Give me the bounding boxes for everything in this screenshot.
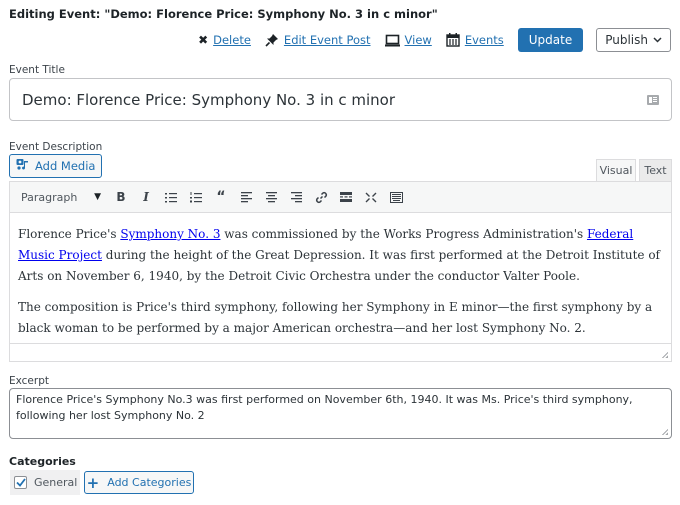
category-general[interactable]: General	[10, 470, 80, 495]
resize-handle-icon[interactable]	[661, 428, 668, 435]
format-select-value: Paragraph	[21, 190, 78, 204]
read-more-icon	[340, 192, 352, 202]
close-icon: ✖	[198, 33, 209, 47]
delete-link[interactable]: ✖ Delete	[198, 33, 251, 47]
description-paragraph-2: The composition is Price's third symphon…	[18, 300, 653, 335]
description-paragraph-1: Florence Price's Symphony No. 3 was comm…	[18, 224, 662, 287]
bullet-list-icon	[165, 192, 177, 202]
excerpt-value[interactable]: Florence Price's Symphony No.3 was first…	[16, 393, 633, 422]
update-button[interactable]: Update	[517, 28, 584, 52]
keyboard-icon	[389, 191, 403, 203]
event-description-label: Event Description	[9, 141, 103, 153]
bullet-list-button[interactable]	[160, 186, 182, 208]
checkmark-icon	[15, 478, 26, 487]
read-more-button[interactable]	[335, 186, 357, 208]
category-label: General	[34, 476, 78, 489]
align-right-button[interactable]	[285, 186, 307, 208]
format-select[interactable]: Paragraph ▼	[16, 186, 106, 208]
fullscreen-icon	[365, 192, 377, 202]
italic-button[interactable]: I	[135, 186, 157, 208]
view-link[interactable]: View	[384, 33, 432, 47]
tab-visual[interactable]: Visual	[596, 159, 636, 181]
dropdown-arrow-icon: ▼	[94, 192, 101, 202]
add-categories-button[interactable]: + Add Categories	[84, 471, 194, 494]
editor-toolbar: Paragraph ▼ B I “	[10, 182, 671, 213]
publish-label: Publish	[605, 33, 648, 47]
event-title-label: Event Title	[9, 64, 65, 76]
plus-icon: +	[86, 473, 100, 492]
symphony-no-3-link[interactable]: Symphony No. 3	[120, 227, 220, 241]
chevron-down-icon	[653, 35, 662, 46]
pin-icon	[265, 33, 279, 47]
align-center-icon	[265, 191, 277, 202]
bold-button[interactable]: B	[110, 186, 132, 208]
event-title-value[interactable]: Demo: Florence Price: Symphony No. 3 in …	[22, 91, 647, 109]
event-title-input[interactable]: Demo: Florence Price: Symphony No. 3 in …	[9, 78, 672, 121]
category-checkbox[interactable]	[14, 476, 27, 489]
add-media-label: Add Media	[35, 159, 96, 173]
fullscreen-button[interactable]	[360, 186, 382, 208]
editor-content[interactable]: Florence Price's Symphony No. 3 was comm…	[10, 213, 671, 343]
tab-text[interactable]: Text	[639, 159, 672, 181]
description-editor: Paragraph ▼ B I “ Florence Price's Symph…	[9, 181, 672, 362]
media-icon	[16, 158, 30, 174]
align-right-icon	[290, 191, 302, 202]
excerpt-textarea[interactable]: Florence Price's Symphony No.3 was first…	[9, 388, 672, 439]
editor-status-bar	[10, 343, 671, 361]
text-run: was commissioned by the Works Progress A…	[220, 227, 587, 241]
publish-dropdown[interactable]: Publish	[596, 28, 671, 52]
events-label[interactable]: Events	[465, 33, 504, 47]
page-heading: Editing Event: "Demo: Florence Price: Sy…	[9, 7, 438, 21]
numbered-list-button[interactable]	[185, 186, 207, 208]
events-link[interactable]: Events	[446, 33, 504, 47]
categories-heading: Categories	[9, 455, 76, 468]
text-run: during the height of the Great Depressio…	[18, 248, 660, 283]
align-left-icon	[240, 191, 252, 202]
edit-event-post-link[interactable]: Edit Event Post	[265, 33, 371, 47]
laptop-icon	[384, 34, 400, 47]
blockquote-button[interactable]: “	[210, 186, 232, 208]
excerpt-label: Excerpt	[9, 375, 49, 387]
numbered-list-icon	[190, 191, 202, 202]
add-media-button[interactable]: Add Media	[9, 154, 103, 178]
align-center-button[interactable]	[260, 186, 282, 208]
toolbar-toggle-button[interactable]	[385, 186, 407, 208]
text-run: Florence Price's	[18, 227, 121, 241]
add-categories-label: Add Categories	[107, 476, 192, 489]
link-icon	[315, 191, 327, 203]
delete-label[interactable]: Delete	[213, 33, 251, 47]
calendar-icon	[446, 33, 460, 47]
resize-handle-icon[interactable]	[661, 351, 668, 358]
contact-card-icon[interactable]	[647, 94, 659, 105]
view-label[interactable]: View	[405, 33, 432, 47]
edit-event-post-label[interactable]: Edit Event Post	[284, 33, 371, 47]
link-button[interactable]	[310, 186, 332, 208]
align-left-button[interactable]	[235, 186, 257, 208]
header-actions: ✖ Delete Edit Event Post View Events Upd…	[184, 28, 671, 52]
